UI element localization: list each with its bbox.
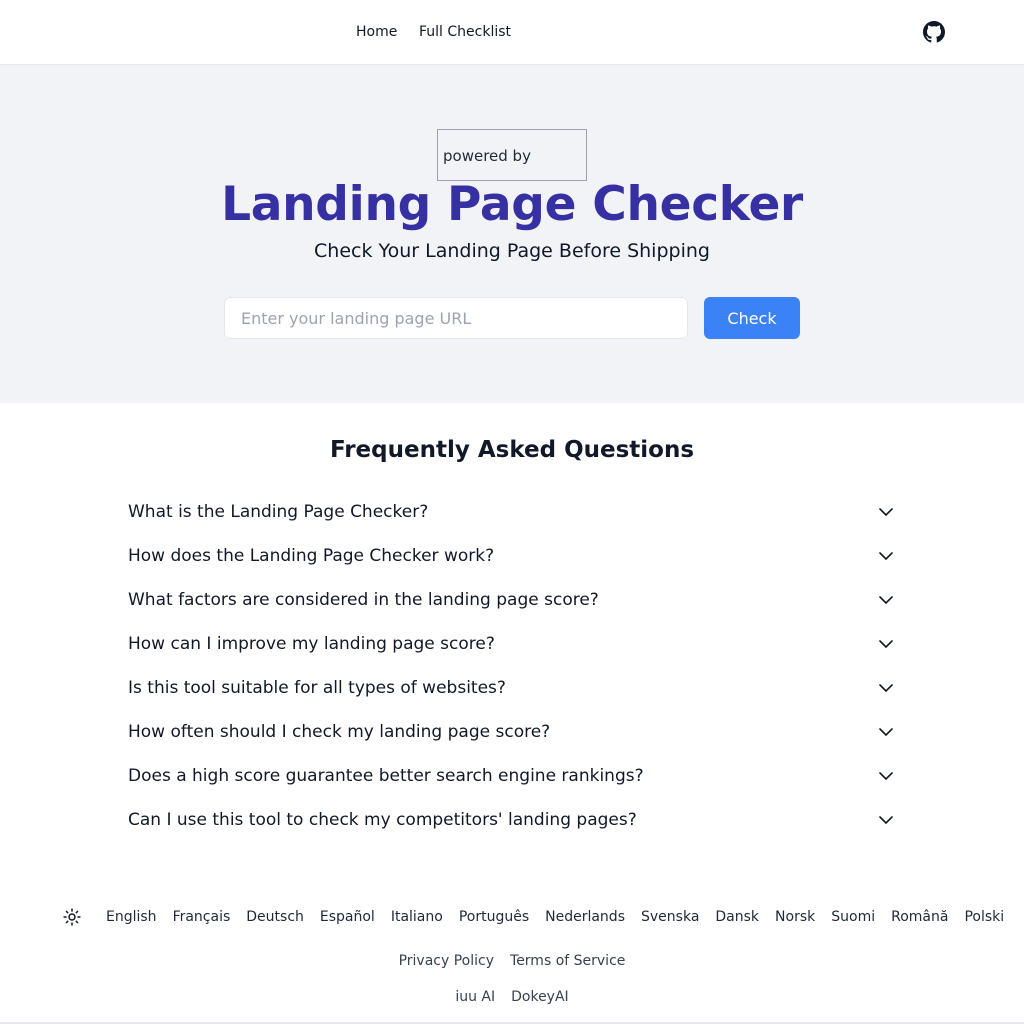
page-subtitle: Check Your Landing Page Before Shipping: [314, 240, 710, 262]
sun-icon[interactable]: [63, 908, 81, 926]
language-link-deutsch[interactable]: Deutsch: [246, 907, 304, 927]
faq-title: Frequently Asked Questions: [329, 437, 695, 463]
hero-section: powered by Landing Page Checker Check Yo…: [0, 65, 1024, 403]
chevron-down-icon: [879, 816, 893, 824]
language-link-english[interactable]: English: [106, 907, 157, 927]
faq-item[interactable]: How often should I check my landing page…: [128, 710, 896, 754]
chevron-down-icon: [879, 772, 893, 780]
language-link-svenska[interactable]: Svenska: [641, 907, 699, 927]
chevron-down-icon: [879, 684, 893, 692]
language-link-romana[interactable]: Română: [891, 907, 948, 927]
faq-question: How does the Landing Page Checker work?: [128, 546, 495, 566]
legal-links: Privacy Policy Terms of Service: [0, 951, 1024, 971]
privacy-policy-link[interactable]: Privacy Policy: [399, 951, 494, 971]
nav-link-home[interactable]: Home: [356, 22, 397, 42]
faq-question: What factors are considered in the landi…: [128, 590, 599, 610]
chevron-down-icon: [879, 552, 893, 560]
language-link-nederlands[interactable]: Nederlands: [545, 907, 625, 927]
language-switcher: English Français Deutsch Español Italian…: [106, 907, 1020, 927]
chevron-down-icon: [879, 640, 893, 648]
powered-by-label: powered by: [443, 147, 531, 165]
faq-item[interactable]: What factors are considered in the landi…: [128, 578, 896, 622]
language-link-espanol[interactable]: Español: [320, 907, 375, 927]
language-link-suomi[interactable]: Suomi: [831, 907, 875, 927]
terms-of-service-link[interactable]: Terms of Service: [510, 951, 625, 971]
partner-link-dokeyai[interactable]: DokeyAI: [511, 987, 569, 1007]
faq-item[interactable]: Does a high score guarantee better searc…: [128, 754, 896, 798]
partner-links: iuu AI DokeyAI: [0, 987, 1024, 1007]
language-link-francais[interactable]: Français: [173, 907, 231, 927]
faq-item[interactable]: Is this tool suitable for all types of w…: [128, 666, 896, 710]
github-icon[interactable]: [923, 21, 945, 43]
chevron-down-icon: [879, 596, 893, 604]
language-link-portugues[interactable]: Português: [459, 907, 529, 927]
site-header: Home Full Checklist: [0, 0, 1024, 65]
faq-question: What is the Landing Page Checker?: [128, 502, 429, 522]
url-input[interactable]: [224, 297, 688, 339]
chevron-down-icon: [879, 508, 893, 516]
faq-list: What is the Landing Page Checker? How do…: [128, 490, 896, 842]
page-title: Landing Page Checker: [221, 177, 803, 232]
faq-question: How can I improve my landing page score?: [128, 634, 495, 654]
faq-question: Does a high score guarantee better searc…: [128, 766, 644, 786]
faq-item[interactable]: What is the Landing Page Checker?: [128, 490, 896, 534]
nav-link-full-checklist[interactable]: Full Checklist: [419, 22, 511, 42]
faq-item[interactable]: How can I improve my landing page score?: [128, 622, 896, 666]
chevron-down-icon: [879, 728, 893, 736]
faq-item[interactable]: Can I use this tool to check my competit…: [128, 798, 896, 842]
faq-question: Can I use this tool to check my competit…: [128, 810, 637, 830]
language-link-norsk[interactable]: Norsk: [775, 907, 815, 927]
faq-question: Is this tool suitable for all types of w…: [128, 678, 506, 698]
check-button[interactable]: Check: [704, 297, 800, 339]
language-link-polski[interactable]: Polski: [964, 907, 1004, 927]
language-link-dansk[interactable]: Dansk: [715, 907, 759, 927]
partner-link-iuu-ai[interactable]: iuu AI: [455, 987, 495, 1007]
faq-item[interactable]: How does the Landing Page Checker work?: [128, 534, 896, 578]
faq-question: How often should I check my landing page…: [128, 722, 551, 742]
language-link-italiano[interactable]: Italiano: [391, 907, 443, 927]
